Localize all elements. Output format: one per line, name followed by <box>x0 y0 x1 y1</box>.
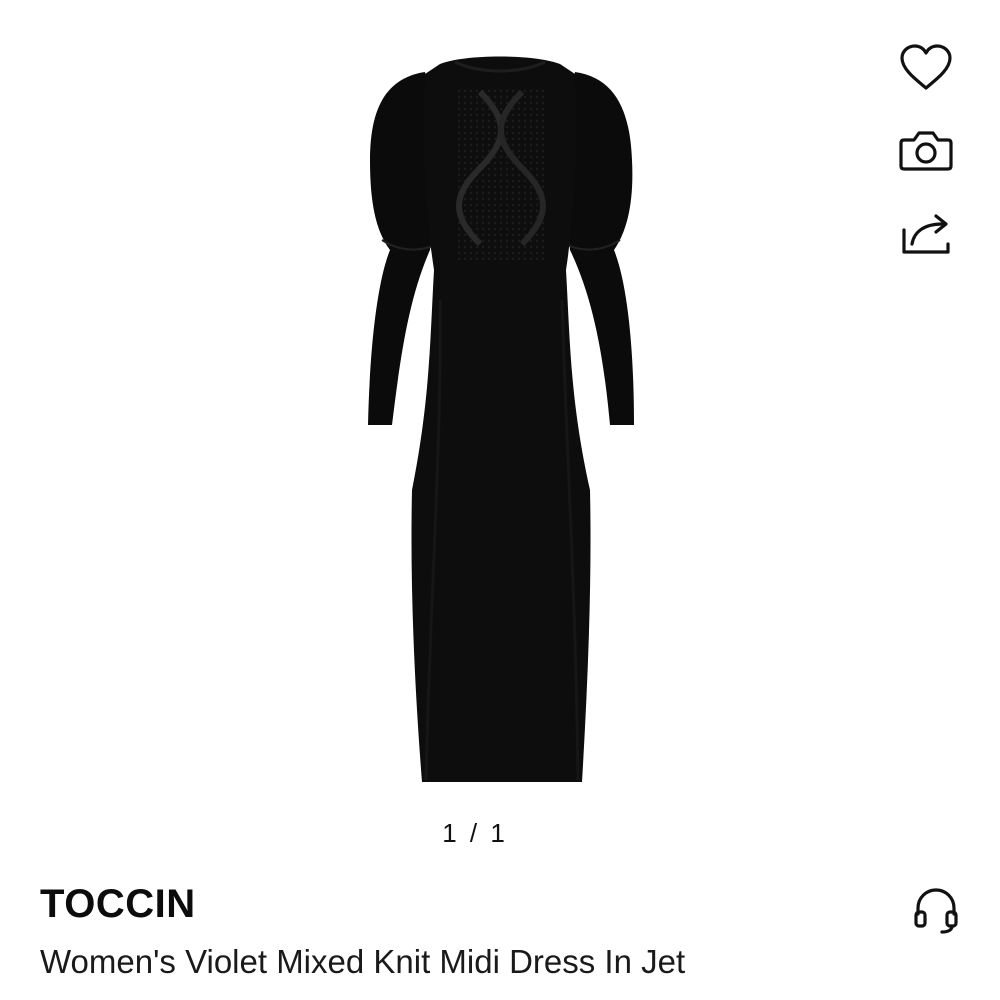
heart-icon <box>900 44 952 90</box>
share-button[interactable] <box>893 202 959 262</box>
product-name: Women's Violet Mixed Knit Midi Dress In … <box>40 943 686 980</box>
product-detail-page: 1 / 1 TOCCIN Women's Violet Mixed Knit M… <box>0 0 1000 1000</box>
share-icon <box>902 214 950 254</box>
camera-icon <box>899 131 953 171</box>
wishlist-button[interactable] <box>893 38 959 98</box>
action-rail <box>893 38 959 284</box>
camera-search-button[interactable] <box>893 120 959 180</box>
headset-icon <box>914 888 958 934</box>
dress-illustration <box>368 56 634 782</box>
image-pager: 1 / 1 <box>442 818 508 848</box>
product-image[interactable] <box>330 40 670 800</box>
brand-name[interactable]: TOCCIN <box>40 882 196 927</box>
customer-support-button[interactable] <box>906 880 966 940</box>
